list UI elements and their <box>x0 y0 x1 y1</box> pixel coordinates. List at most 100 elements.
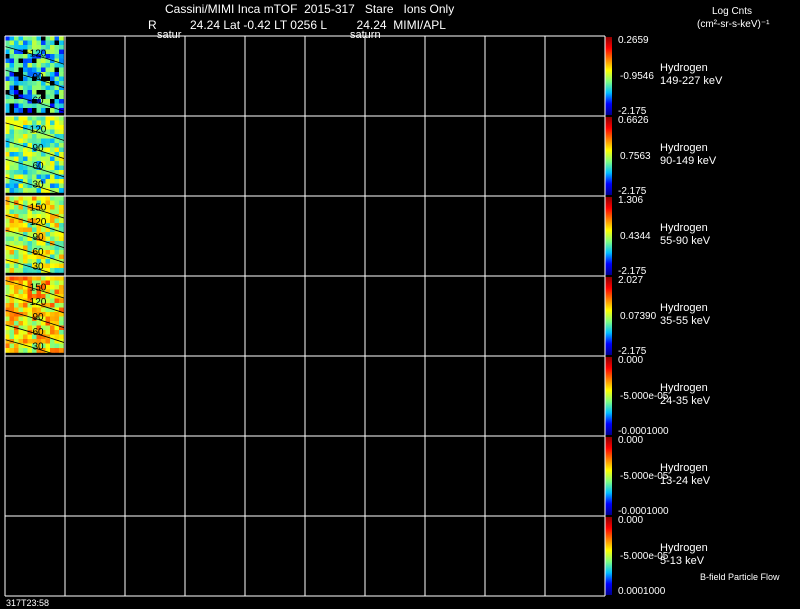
heatmap-cell <box>5 263 10 269</box>
heatmap-cell <box>14 285 19 290</box>
species-label: Hydrogen <box>660 542 708 554</box>
heatmap-cell <box>5 129 10 135</box>
heatmap-cell <box>45 76 51 82</box>
heatmap-cell <box>18 285 24 290</box>
heatmap-cell <box>18 36 24 41</box>
heatmap-cell <box>9 254 15 260</box>
heatmap-cell <box>59 67 64 73</box>
heatmap-cell <box>9 116 15 121</box>
legend-note: B-field Particle Flow <box>700 572 780 582</box>
heatmap-cell <box>5 125 10 130</box>
heatmap-cell <box>54 45 60 50</box>
contour-label: 30 <box>32 179 44 190</box>
heatmap-cell <box>9 63 15 68</box>
heatmap-cell <box>59 129 64 135</box>
heatmap-cell <box>54 103 60 109</box>
heatmap-cell <box>18 236 24 242</box>
heatmap-cell <box>59 143 64 148</box>
heatmap-cell <box>59 223 64 228</box>
heatmap-cell <box>41 90 46 95</box>
heatmap-cell <box>5 312 10 317</box>
heatmap-cell <box>18 214 24 219</box>
heatmap-cell <box>54 138 60 144</box>
heatmap-cell <box>23 170 28 175</box>
heatmap-cell <box>50 143 55 148</box>
heatmap-cell <box>50 250 55 255</box>
heatmap-cell <box>23 76 28 82</box>
heatmap-cell <box>59 183 64 189</box>
heatmap-cell <box>59 334 64 340</box>
heatmap-cell <box>50 276 55 281</box>
heatmap-cell <box>14 165 19 171</box>
heatmap-cell <box>5 116 10 121</box>
heatmap-cell <box>5 152 10 157</box>
heatmap-cell <box>5 170 10 175</box>
heatmap-cell <box>9 170 15 175</box>
heatmap-cell <box>59 254 64 260</box>
heatmap-cell <box>9 108 15 113</box>
heatmap-cell <box>18 134 24 139</box>
heatmap-cell <box>50 236 55 242</box>
heatmap-cell <box>45 94 51 100</box>
heatmap-cell <box>50 312 55 317</box>
heatmap-cell <box>23 90 28 95</box>
heatmap-cell <box>45 99 51 104</box>
heatmap-cell <box>5 303 10 308</box>
heatmap-cell <box>9 188 15 193</box>
heatmap-cell <box>14 218 19 224</box>
heatmap-cell <box>9 250 15 255</box>
heatmap-cell <box>50 99 55 104</box>
energy-label: 149-227 keV <box>660 75 723 87</box>
heatmap-cell <box>59 209 64 215</box>
heatmap-cell <box>50 280 55 286</box>
heatmap-cell <box>54 209 60 215</box>
heatmap-cell <box>36 108 42 113</box>
heatmap-cell <box>54 263 60 269</box>
energy-label: 35-55 keV <box>660 315 711 327</box>
heatmap-cell <box>18 348 24 353</box>
heatmap-cell <box>14 343 19 349</box>
heatmap-cell <box>14 76 19 82</box>
heatmap-cell <box>54 285 60 290</box>
heatmap-cell <box>45 72 51 77</box>
chart-title: Cassini/MIMI Inca mTOF 2015-317 Stare Io… <box>165 2 455 16</box>
heatmap-cell <box>5 76 10 82</box>
energy-label: 55-90 keV <box>660 235 711 247</box>
heatmap-cell <box>50 218 55 224</box>
heatmap-cell <box>45 143 51 148</box>
heatmap-cell <box>50 259 55 264</box>
heatmap-cell <box>54 36 60 41</box>
heatmap-cell <box>45 108 51 113</box>
heatmap-cell <box>50 72 55 77</box>
contour-label: 120 <box>30 48 47 59</box>
heatmap-cell <box>59 40 64 46</box>
heatmap-cell <box>41 85 46 91</box>
heatmap-cell <box>9 49 15 55</box>
heatmap-cell <box>14 120 19 126</box>
heatmap-cell <box>5 298 10 304</box>
heatmap-cell <box>32 90 37 95</box>
colorbar <box>605 277 612 355</box>
heatmap-cell <box>14 129 19 135</box>
heatmap-cell <box>23 116 28 121</box>
heatmap-cell <box>50 165 55 171</box>
contour-label: 120 <box>30 297 47 308</box>
heatmap-cell <box>59 316 64 322</box>
colorbar-mid-label: 0.07390 <box>620 311 657 322</box>
heatmap-cell <box>45 316 51 322</box>
heatmap-cell <box>23 268 28 273</box>
heatmap-cell <box>54 223 60 228</box>
heatmap-cell <box>54 165 60 171</box>
heatmap-cell <box>14 170 19 175</box>
energy-label: 13-24 keV <box>660 475 711 487</box>
heatmap-cell <box>9 298 15 304</box>
heatmap-cell <box>5 63 10 68</box>
heatmap-cell <box>36 90 42 95</box>
colorbar-max-label: 0.6626 <box>618 115 649 126</box>
colorbar-mid-label: 0.4344 <box>620 231 651 242</box>
heatmap-cell <box>54 49 60 55</box>
heatmap-cell <box>14 108 19 113</box>
heatmap-cell <box>50 49 55 55</box>
colorbar <box>605 437 612 515</box>
heatmap-cell <box>54 268 60 273</box>
